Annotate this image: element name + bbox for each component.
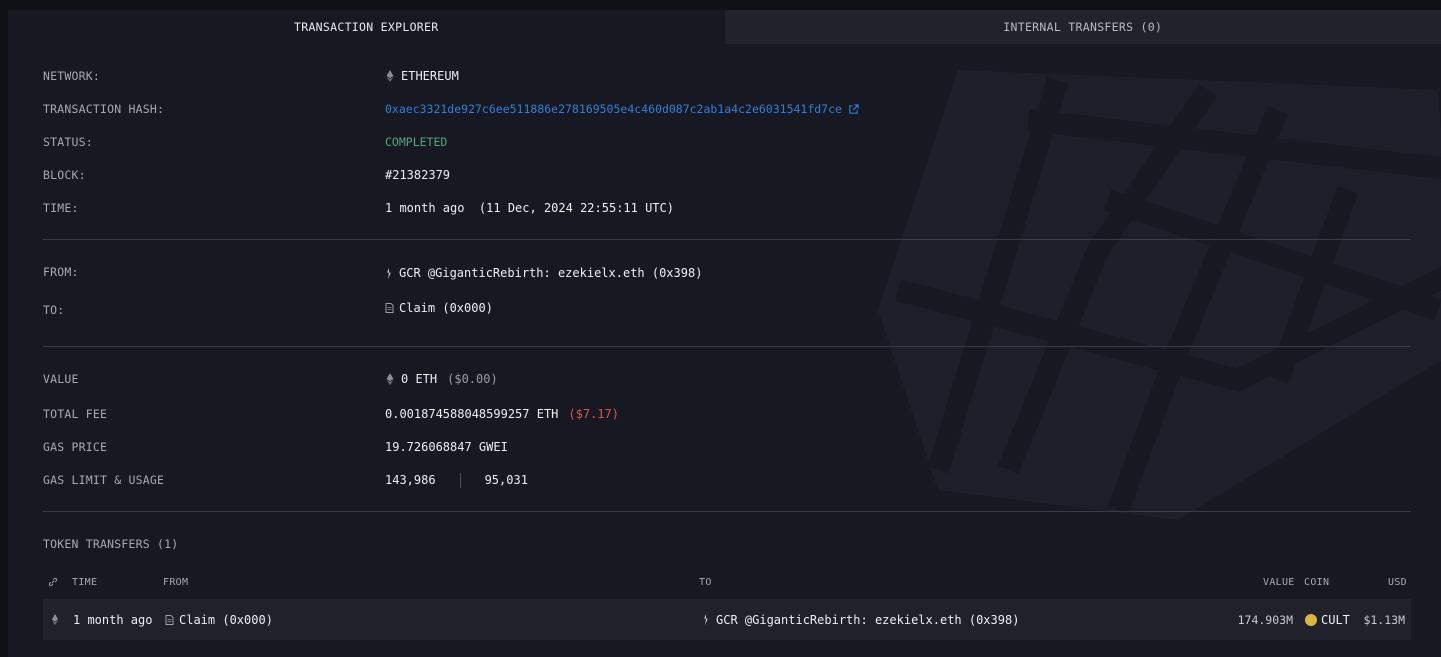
column-header-usd: USD — [1388, 577, 1407, 588]
to-value-wrap: Claim (0x000) — [385, 301, 493, 315]
tab-bar: TRANSACTION EXPLORER INTERNAL TRANSFERS … — [8, 10, 1441, 44]
row-value: 174.903M — [1237, 612, 1293, 627]
value-label: VALUE — [43, 372, 79, 386]
row-usd: $1.13M — [1363, 612, 1405, 627]
ethereum-icon — [386, 373, 394, 385]
gas-price-label: GAS PRICE — [43, 440, 108, 454]
value-wrap: 0 ETH ($0.00) — [385, 372, 498, 386]
row-chain-cell — [51, 599, 59, 640]
transaction-hash-link[interactable]: 0xaec3321de927c6ee511886e278169505e4c460… — [385, 102, 842, 116]
token-transfers-header: TOKEN TRANSFERS (1) — [43, 534, 1413, 554]
link-icon — [48, 577, 58, 587]
from-label: FROM: — [43, 265, 79, 279]
fee-label: TOTAL FEE — [43, 407, 108, 421]
time-label: TIME: — [43, 201, 79, 215]
column-header-to: TO — [699, 577, 712, 588]
row-time-link[interactable]: 1 month ago — [73, 599, 152, 640]
separator — [459, 472, 461, 488]
value-amount: 0 ETH — [401, 372, 438, 386]
block-row: BLOCK: #21382379 — [43, 165, 1413, 185]
network-value: ETHEREUM — [401, 69, 459, 83]
network-label: NETWORK: — [43, 69, 100, 83]
user-icon — [704, 614, 708, 625]
transaction-panel: TRANSACTION EXPLORER INTERNAL TRANSFERS … — [8, 10, 1441, 657]
hash-label: TRANSACTION HASH: — [43, 102, 165, 116]
block-label: BLOCK: — [43, 168, 86, 182]
gas-limit-row: GAS LIMIT & USAGE 143,986 95,031 — [43, 470, 1413, 490]
table-row: 1 month ago Claim (0x000) GCR @GiganticR… — [43, 599, 1411, 640]
to-row: TO: Claim (0x000) — [43, 300, 1413, 320]
from-value-wrap: GCR @GiganticRebirth: ezekielx.eth (0x39… — [385, 266, 702, 280]
network-row: NETWORK: ETHEREUM — [43, 66, 1413, 86]
fee-amount: 0.001874588048599257 ETH — [385, 407, 559, 421]
fee-wrap: 0.001874588048599257 ETH ($7.17) — [385, 407, 619, 421]
from-row: FROM: GCR @GiganticRebirth: ezekielx.eth… — [43, 262, 1413, 282]
cult-coin-icon — [1305, 613, 1317, 626]
value-row: VALUE 0 ETH ($0.00) — [43, 369, 1413, 389]
time-value: 1 month ago (11 Dec, 2024 22:55:11 UTC) — [385, 201, 674, 215]
fee-usd: ($7.17) — [568, 407, 619, 421]
column-header-value: VALUE — [1263, 577, 1295, 588]
divider — [43, 346, 1411, 347]
from-address[interactable]: GCR @GiganticRebirth: ezekielx.eth (0x39… — [399, 266, 702, 280]
tab-transaction-explorer[interactable]: TRANSACTION EXPLORER — [8, 10, 725, 44]
column-header-time: TIME — [72, 577, 98, 588]
gas-price-row: GAS PRICE 19.726068847 GWEI — [43, 437, 1413, 457]
fee-row: TOTAL FEE 0.001874588048599257 ETH ($7.1… — [43, 404, 1413, 424]
row-from-address[interactable]: Claim (0x000) — [179, 613, 273, 627]
to-label: TO: — [43, 303, 65, 317]
divider — [43, 511, 1411, 512]
tab-internal-transfers[interactable]: INTERNAL TRANSFERS (0) — [724, 10, 1441, 44]
document-icon — [385, 303, 394, 313]
gas-limit-value: 143,986 — [385, 473, 436, 487]
status-label: STATUS: — [43, 135, 93, 149]
gas-limit-label: GAS LIMIT & USAGE — [43, 473, 165, 487]
row-to-cell: GCR @GiganticRebirth: ezekielx.eth (0x39… — [702, 599, 1019, 640]
user-icon — [387, 267, 391, 279]
column-header-from: FROM — [163, 577, 189, 588]
row-from-cell: Claim (0x000) — [165, 599, 273, 640]
row-coin-cell: CULT — [1305, 599, 1350, 640]
value-usd: ($0.00) — [447, 372, 498, 386]
token-transfers-title: TOKEN TRANSFERS (1) — [43, 537, 179, 551]
gas-usage-value: 95,031 — [484, 473, 528, 487]
divider — [43, 239, 1411, 240]
watermark-logo-icon — [878, 70, 1441, 520]
gas-limit-wrap: 143,986 95,031 — [385, 472, 528, 488]
status-row: STATUS: COMPLETED — [43, 132, 1413, 152]
column-header-coin: COIN — [1304, 577, 1330, 588]
status-value: COMPLETED — [385, 135, 448, 149]
row-to-address[interactable]: GCR @GiganticRebirth: ezekielx.eth (0x39… — [716, 613, 1019, 627]
block-value: #21382379 — [385, 168, 451, 182]
row-coin[interactable]: CULT — [1321, 613, 1350, 627]
ethereum-icon — [386, 70, 394, 82]
to-address[interactable]: Claim (0x000) — [399, 301, 493, 315]
document-icon — [165, 614, 174, 625]
external-link-icon[interactable] — [848, 103, 859, 115]
time-row: TIME: 1 month ago (11 Dec, 2024 22:55:11… — [43, 198, 1413, 218]
hash-value-wrap: 0xaec3321de927c6ee511886e278169505e4c460… — [385, 102, 859, 116]
network-value-wrap: ETHEREUM — [385, 69, 459, 83]
hash-row: TRANSACTION HASH: 0xaec3321de927c6ee5118… — [43, 99, 1413, 119]
gas-price-value: 19.726068847 GWEI — [385, 440, 508, 454]
ethereum-icon — [51, 614, 59, 625]
